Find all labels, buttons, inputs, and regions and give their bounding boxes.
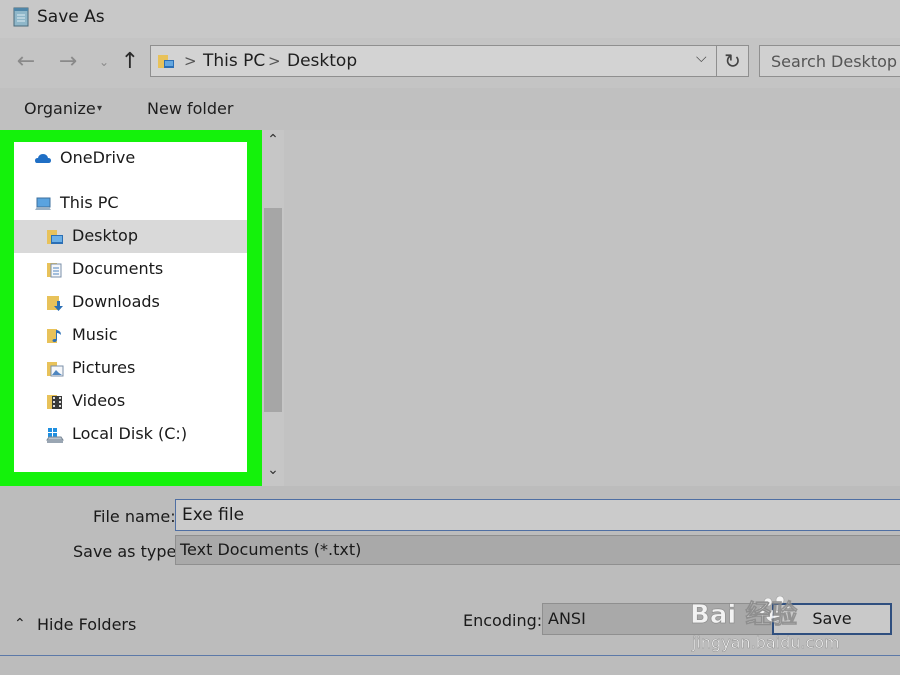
sidebar-item-pictures[interactable]: Pictures — [14, 352, 247, 385]
breadcrumb-separator: > — [184, 52, 197, 70]
address-dropdown-icon[interactable]: ⌵ — [696, 50, 707, 66]
forward-button[interactable]: → — [56, 50, 80, 74]
desktop-folder-icon — [47, 230, 63, 244]
back-button[interactable]: ← — [14, 50, 38, 74]
sidebar-item-label: Desktop — [72, 226, 138, 245]
navigation-pane: OneDrive This PC Desktop Documents Downl… — [14, 142, 247, 472]
refresh-button[interactable]: ↻ — [717, 45, 749, 77]
downloads-folder-icon — [47, 296, 63, 311]
sidebar-item-downloads[interactable]: Downloads — [14, 286, 247, 319]
scroll-down-icon[interactable]: ⌄ — [262, 462, 284, 482]
baidu-watermark: Bai 经验 jingyan.baidu.com — [690, 596, 840, 652]
recent-locations-button[interactable]: ⌄ — [92, 50, 116, 74]
search-placeholder: Search Desktop — [771, 52, 898, 71]
file-list-area[interactable] — [284, 130, 900, 486]
breadcrumb-desktop[interactable]: Desktop — [287, 51, 357, 71]
documents-folder-icon — [47, 263, 62, 278]
address-bar[interactable]: > This PC > Desktop ⌵ — [150, 45, 717, 77]
sidebar-item-label: OneDrive — [60, 148, 136, 167]
watermark-text-top: Bai 经验 — [690, 599, 797, 630]
watermark-text-bottom: jingyan.baidu.com — [691, 633, 840, 652]
chevron-up-icon[interactable]: ⌃ — [14, 616, 26, 632]
search-input[interactable]: Search Desktop — [759, 45, 900, 77]
sidebar-item-label: Downloads — [72, 292, 160, 311]
sidebar-item-label: Local Disk (C:) — [72, 424, 188, 443]
sidebar-item-music[interactable]: Music — [14, 319, 247, 352]
file-name-input[interactable]: Exe file — [175, 499, 900, 531]
command-toolbar — [0, 88, 900, 130]
sidebar-item-onedrive[interactable]: OneDrive — [14, 142, 247, 175]
sidebar-item-local-disk[interactable]: Local Disk (C:) — [14, 418, 247, 451]
notepad-icon — [13, 7, 29, 27]
sidebar-item-label: Videos — [72, 391, 126, 410]
sidebar-item-label: Pictures — [72, 358, 136, 377]
scroll-up-icon[interactable]: ⌃ — [262, 132, 284, 152]
folder-icon — [158, 55, 174, 68]
sidebar-item-documents[interactable]: Documents — [14, 253, 247, 286]
caret-down-icon[interactable]: ▾ — [97, 103, 102, 114]
new-folder-button[interactable]: New folder — [147, 99, 233, 118]
save-as-type-label: Save as type: — [73, 542, 182, 561]
hide-folders-button[interactable]: Hide Folders — [37, 615, 136, 634]
music-folder-icon — [47, 329, 61, 343]
pictures-folder-icon — [47, 362, 64, 377]
local-disk-icon — [46, 428, 64, 443]
file-name-label: File name: — [93, 507, 176, 526]
organize-button[interactable]: Organize — [24, 99, 96, 118]
computer-icon — [35, 197, 51, 210]
breadcrumb-this-pc[interactable]: This PC — [203, 51, 265, 71]
videos-folder-icon — [47, 395, 62, 409]
onedrive-cloud-icon — [35, 154, 51, 163]
window-title: Save As — [37, 7, 105, 27]
sidebar-item-label: Music — [72, 325, 118, 344]
sidebar-item-desktop[interactable]: Desktop — [14, 220, 247, 253]
encoding-label: Encoding: — [463, 611, 543, 630]
sidebar-item-label: This PC — [60, 193, 119, 212]
title-bar — [0, 0, 900, 38]
sidebar-item-videos[interactable]: Videos — [14, 385, 247, 418]
sidebar-item-this-pc[interactable]: This PC — [14, 187, 247, 220]
sidebar-item-label: Documents — [72, 259, 164, 278]
up-button[interactable]: ↑ — [118, 50, 142, 74]
breadcrumb-separator: > — [268, 52, 281, 70]
save-as-type-select[interactable]: Text Documents (*.txt) — [175, 535, 900, 565]
scrollbar-thumb[interactable] — [264, 208, 282, 412]
